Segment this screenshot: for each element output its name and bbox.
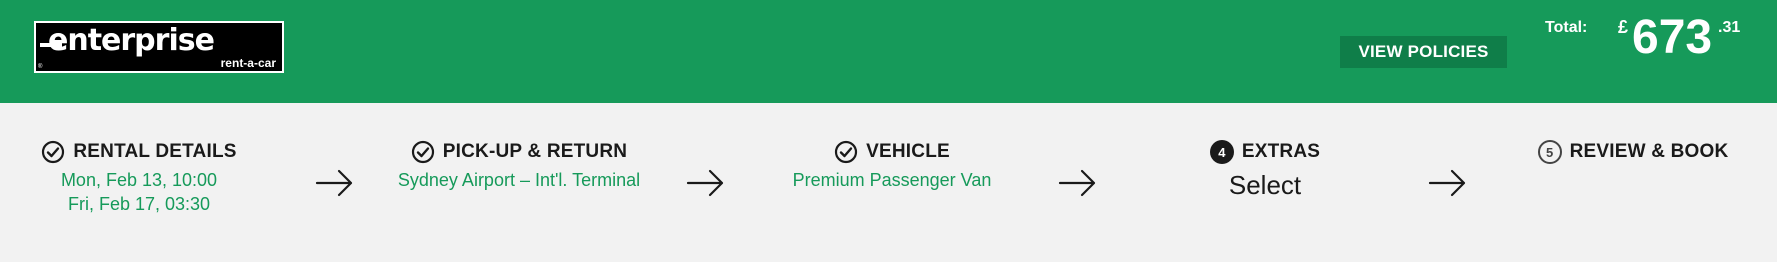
enterprise-logo[interactable]: enterprise rent-a-car ®: [34, 21, 284, 73]
arrow-right-icon: [1058, 169, 1096, 197]
view-policies-button[interactable]: VIEW POLICIES: [1340, 36, 1507, 68]
step-review-book[interactable]: 5 REVIEW & BOOK: [1537, 140, 1729, 164]
check-circle-icon: [411, 140, 435, 164]
step-title: VEHICLE: [866, 141, 950, 162]
vehicle-name: Premium Passenger Van: [792, 170, 992, 190]
step-title: EXTRAS: [1241, 141, 1321, 162]
step-title: PICK-UP & RETURN: [442, 141, 628, 162]
step-extras[interactable]: 4 EXTRAS Select: [1200, 140, 1330, 201]
step-header: 5 REVIEW & BOOK: [1537, 140, 1729, 164]
arrow-right-icon: [315, 169, 353, 197]
pickup-datetime: Mon, Feb 13, 10:00: [60, 170, 218, 190]
step-vehicle[interactable]: VEHICLE Premium Passenger Van: [777, 140, 1007, 192]
total-label: Total:: [1545, 19, 1588, 36]
price-cents: .31: [1718, 19, 1741, 36]
step-header: VEHICLE: [777, 140, 1007, 164]
arrow-right-icon: [686, 169, 724, 197]
check-circle-icon: [834, 140, 858, 164]
arrow-right-icon: [1428, 169, 1466, 197]
step-header: 4 EXTRAS: [1200, 140, 1330, 164]
logo-brand-text: enterprise: [48, 23, 215, 58]
step-header: RENTAL DETAILS: [42, 140, 236, 164]
step-title: REVIEW & BOOK: [1569, 141, 1729, 162]
return-datetime: Fri, Feb 17, 03:30: [67, 194, 211, 214]
price-currency: £: [1618, 17, 1629, 37]
logo-registered-mark: ®: [38, 64, 43, 70]
step-number-filled-icon: 4: [1209, 140, 1234, 164]
step-number-outline-icon: 5: [1537, 140, 1562, 164]
step-rental-details[interactable]: RENTAL DETAILS Mon, Feb 13, 10:00 Fri, F…: [42, 140, 236, 216]
check-circle-icon: [41, 140, 65, 164]
pickup-location: Sydney Airport – Int'l. Terminal: [397, 170, 641, 190]
step-title: RENTAL DETAILS: [73, 141, 237, 162]
step-pickup-return[interactable]: PICK-UP & RETURN Sydney Airport – Int'l.…: [385, 140, 653, 192]
site-header: enterprise rent-a-car ® VIEW POLICIES To…: [0, 0, 1777, 103]
logo-tagline: rent-a-car: [220, 56, 276, 70]
price-whole: 673: [1632, 11, 1713, 64]
step-header: PICK-UP & RETURN: [385, 140, 653, 164]
extras-select-link[interactable]: Select: [1200, 170, 1330, 201]
